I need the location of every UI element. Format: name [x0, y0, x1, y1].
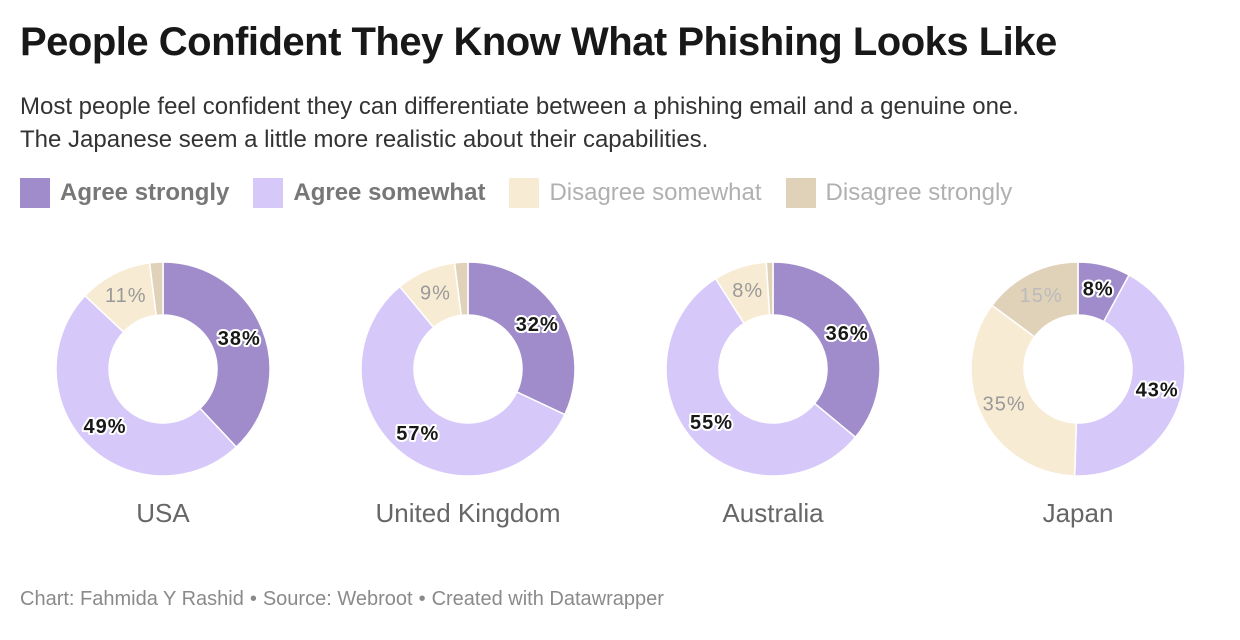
- footer-chart-credit: Chart: Fahmida Y Rashid: [20, 588, 244, 610]
- data-label-disagree-somewhat: 8%: [732, 280, 763, 302]
- data-label-agree-strongly: 38%: [218, 328, 261, 350]
- panel-label: United Kingdom: [376, 498, 561, 528]
- footer-separator: •: [418, 588, 426, 610]
- slice-agree-strongly[interactable]: [772, 261, 881, 439]
- data-label-disagree-somewhat: 35%: [983, 394, 1026, 416]
- data-label-agree-somewhat: 55%: [690, 412, 733, 434]
- legend-label: Disagree somewhat: [549, 179, 762, 206]
- panel-label: Australia: [722, 498, 824, 528]
- legend-swatch: [253, 178, 284, 208]
- footer-separator: •: [249, 588, 257, 610]
- data-label-disagree-somewhat: 9%: [420, 283, 451, 305]
- panel-label: USA: [136, 498, 190, 528]
- data-label-agree-somewhat: 49%: [84, 416, 127, 438]
- slice-agree-strongly[interactable]: [467, 261, 576, 416]
- donut-japan: 8% 43% 35% 15% Japan: [970, 261, 1186, 528]
- subtitle-line-1: Most people feel confident they can diff…: [20, 93, 1019, 120]
- legend-label: Agree strongly: [60, 179, 230, 206]
- panel-label: Japan: [1043, 498, 1114, 528]
- data-label-disagree-somewhat: 11%: [105, 285, 147, 307]
- legend-item-disagree-strongly[interactable]: Disagree strongly: [785, 178, 1013, 208]
- legend: Agree strongly Agree somewhat Disagree s…: [20, 178, 1036, 208]
- donut-charts: 38% 49% 11% USA 32% 57% 9% United Kingdom 36% 55%…: [55, 261, 1186, 528]
- chart-subtitle: Most people feel confident they can diff…: [20, 90, 1220, 156]
- data-label-agree-somewhat: 57%: [396, 423, 439, 445]
- chart-title: People Confident They Know What Phishing…: [20, 20, 1057, 64]
- data-label-agree-strongly: 8%: [1083, 279, 1114, 301]
- subtitle-line-2: The Japanese seem a little more realisti…: [20, 126, 709, 153]
- footer-tool-credit: Created with Datawrapper: [431, 588, 664, 610]
- slice-disagree-somewhat[interactable]: [970, 304, 1078, 477]
- chart-footer: Chart: Fahmida Y Rashid • Source: Webroot •…: [20, 588, 664, 611]
- donut-united-kingdom: 32% 57% 9% United Kingdom: [360, 261, 576, 528]
- data-label-disagree-strongly: 15%: [1020, 285, 1063, 307]
- footer-source: Source: Webroot: [262, 588, 413, 610]
- legend-swatch: [509, 178, 540, 208]
- legend-swatch: [20, 178, 50, 208]
- donut-australia: 36% 55% 8% Australia: [665, 261, 881, 528]
- data-label-agree-somewhat: 43%: [1136, 379, 1179, 401]
- data-label-agree-strongly: 32%: [516, 314, 559, 336]
- legend-label: Agree somewhat: [293, 179, 486, 206]
- legend-label: Disagree strongly: [825, 179, 1013, 206]
- legend-item-disagree-somewhat[interactable]: Disagree somewhat: [509, 178, 762, 208]
- legend-swatch: [785, 178, 816, 208]
- data-label-agree-strongly: 36%: [826, 323, 869, 345]
- donut-usa: 38% 49% 11% USA: [55, 261, 271, 528]
- legend-item-agree-somewhat[interactable]: Agree somewhat: [253, 178, 485, 208]
- slice-agree-strongly[interactable]: [162, 261, 271, 449]
- legend-item-agree-strongly[interactable]: Agree strongly: [20, 178, 229, 208]
